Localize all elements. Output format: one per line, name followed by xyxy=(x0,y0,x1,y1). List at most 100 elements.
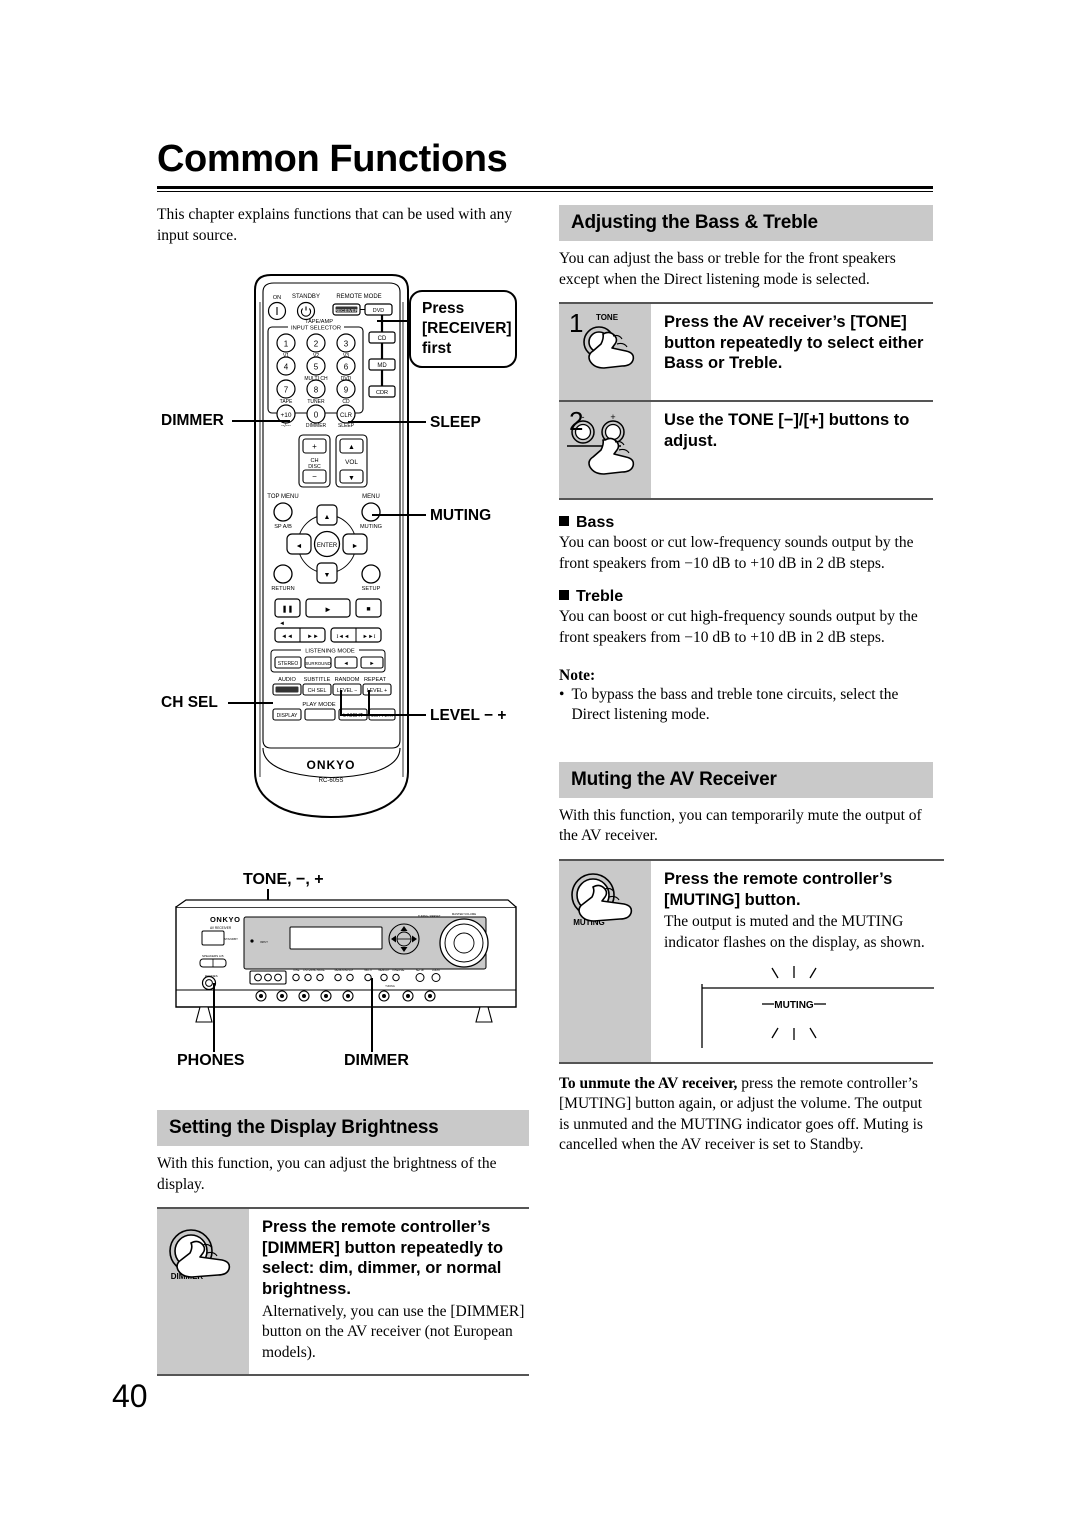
title-rule-thick xyxy=(157,185,933,189)
svg-text:LEVEL +: LEVEL + xyxy=(367,688,387,694)
callout-tone: TONE, −, + xyxy=(243,871,324,888)
svg-text:TAPE: TAPE xyxy=(280,399,293,405)
svg-text:▲: ▲ xyxy=(348,443,355,451)
callout-ch-sel: CH SEL xyxy=(161,694,218,711)
muting-step-desc: The output is muted and the MUTING indic… xyxy=(664,913,925,951)
bass-text: You can boost or cut low-frequency sound… xyxy=(559,534,914,572)
bass-subheading: Bass xyxy=(559,514,933,532)
svg-text:►: ► xyxy=(324,605,332,614)
svg-text:MD: MD xyxy=(377,363,387,369)
svg-text:ENTER: ENTER xyxy=(317,543,338,549)
svg-text:DIMMER: DIMMER xyxy=(306,423,327,429)
svg-text:▼: ▼ xyxy=(348,474,355,482)
svg-text:►►: ►► xyxy=(307,634,319,640)
svg-text:INPUT: INPUT xyxy=(260,940,268,944)
dimmer-button-illustration: DIMMER xyxy=(157,1208,249,1374)
muting-section: Muting the AV Receiver With this functio… xyxy=(559,761,944,1156)
svg-text:9: 9 xyxy=(344,386,349,395)
lead-line-bubble xyxy=(377,320,411,322)
note-item: • To bypass the bass and treble tone cir… xyxy=(559,685,933,726)
svg-text:ON: ON xyxy=(273,295,281,301)
svg-text:SUBTITLE: SUBTITLE xyxy=(304,677,331,683)
bass-treble-rule-bottom xyxy=(559,498,933,501)
svg-text:AUDIO: AUDIO xyxy=(278,677,296,683)
lead-line-level xyxy=(340,714,426,716)
svg-text:CLR: CLR xyxy=(340,413,353,419)
muting-intro: With this function, you can temporarily … xyxy=(559,806,922,845)
callout-dimmer-remote: DIMMER xyxy=(161,412,224,429)
svg-text:◄◄: ◄◄ xyxy=(281,634,293,640)
svg-text:REPEAT: REPEAT xyxy=(364,677,387,683)
svg-text:TONE: TONE xyxy=(293,969,300,972)
svg-text:AV RECEIVER: AV RECEIVER xyxy=(210,926,232,930)
muting-step-body: Press the remote controller’s [MUTING] b… xyxy=(651,860,944,1061)
svg-text:TOP MENU: TOP MENU xyxy=(267,494,298,500)
callout-muting-remote: MUTING xyxy=(430,507,492,524)
svg-text:STEREO: STEREO xyxy=(278,661,299,667)
remote-control-figure: ON STANDBY REMOTE MODE RECEIVER DVD TAPE… xyxy=(249,272,414,834)
svg-text:4: 4 xyxy=(284,363,289,372)
svg-text:STANDBY: STANDBY xyxy=(224,937,238,941)
muting-rule-bottom xyxy=(559,1061,933,1064)
svg-text:I◄◄: I◄◄ xyxy=(337,634,350,640)
svg-text:▲: ▲ xyxy=(324,513,331,521)
display-brightness-intro: With this function, you can adjust the b… xyxy=(157,1155,497,1193)
svg-text:REMOTE MODE: REMOTE MODE xyxy=(336,294,381,300)
display-brightness-step-body: Press the remote controller’s [DIMMER] b… xyxy=(249,1208,529,1373)
svg-text:MULTI: MULTI xyxy=(364,969,372,972)
svg-text:CD: CD xyxy=(378,336,387,342)
svg-text:+10: +10 xyxy=(280,412,291,419)
title-rule-thin xyxy=(157,190,933,192)
svg-text:DISPLAY: DISPLAY xyxy=(277,713,298,719)
svg-text:2: 2 xyxy=(314,340,319,349)
bass-treble-step-table: 1 TONE Press the AV receiver’s [TONE] bu… xyxy=(559,302,933,499)
svg-text:7: 7 xyxy=(284,386,289,395)
svg-text:STANDBY: STANDBY xyxy=(292,294,320,300)
lead-line-dimmer xyxy=(232,420,290,422)
svg-text:RC-605S: RC-605S xyxy=(319,778,344,784)
bass-treble-step2-body: Use the TONE [−]/[+] buttons to adjust. xyxy=(651,401,933,498)
page-number: 40 xyxy=(112,1378,148,1414)
bass-treble-step2-title: Use the TONE [−]/[+] buttons to adjust. xyxy=(664,411,910,450)
lead-line-level-v2 xyxy=(368,690,370,715)
step-number-1: 1 xyxy=(569,308,584,339)
svg-text:SETUP: SETUP xyxy=(416,969,425,972)
svg-text:0: 0 xyxy=(314,411,319,420)
svg-text:SPEAKERS A B: SPEAKERS A B xyxy=(202,954,224,958)
note-heading: Note: xyxy=(559,666,596,684)
svg-text:ONKYO: ONKYO xyxy=(210,915,241,924)
svg-text:−: − xyxy=(312,472,317,481)
svg-text:TUNE/PRE: TUNE/PRE xyxy=(392,969,405,972)
receiver-front-panel-figure: ONKYO AV RECEIVER STANDBY SPEAKERS A B P… xyxy=(172,895,520,1030)
svg-text:LISTENING MODE: LISTENING MODE xyxy=(303,969,325,972)
svg-text:MEMO/DISPLAY: MEMO/DISPLAY xyxy=(335,969,354,972)
svg-text:SP A/B: SP A/B xyxy=(274,524,292,530)
svg-text:DISC: DISC xyxy=(308,464,321,470)
svg-text:ONKYO: ONKYO xyxy=(306,758,355,772)
lead-line-sleep xyxy=(348,421,426,423)
svg-text:SURROUND: SURROUND xyxy=(305,661,330,666)
svg-text:+: + xyxy=(312,442,317,451)
square-bullet-icon xyxy=(559,516,569,527)
svg-text:PLAY MODE: PLAY MODE xyxy=(302,702,335,708)
left-column: This chapter explains functions that can… xyxy=(157,205,529,246)
svg-text:CH SEL: CH SEL xyxy=(308,688,327,694)
step-number-2: 2 xyxy=(569,406,584,437)
svg-text:TUNING: TUNING xyxy=(385,985,395,988)
svg-text:--/---: --/--- xyxy=(281,423,291,429)
svg-text:RETURN: RETURN xyxy=(271,586,294,592)
svg-text:MEMORY: MEMORY xyxy=(378,969,390,972)
bass-treble-step1-title: Press the AV receiver’s [TONE] button re… xyxy=(664,313,924,373)
muting-step-title: Press the remote controller’s [MUTING] b… xyxy=(664,870,893,909)
display-brightness-step-desc: Alternatively, you can use the [DIMMER] … xyxy=(262,1302,525,1361)
svg-text:RANDOM: RANDOM xyxy=(335,677,360,683)
svg-text:MASTER VOLUME: MASTER VOLUME xyxy=(452,912,476,916)
muting-heading: Muting the AV Receiver xyxy=(559,761,933,798)
unmute-lead: To unmute the AV receiver, xyxy=(559,1074,738,1092)
svg-text:CD: CD xyxy=(342,399,350,405)
svg-text:SLEEP: SLEEP xyxy=(338,423,355,429)
svg-text:AUDIO: AUDIO xyxy=(432,969,440,972)
bass-treble-step1-body: Press the AV receiver’s [TONE] button re… xyxy=(651,303,933,401)
lead-line-ch-sel xyxy=(228,702,273,704)
square-bullet-icon xyxy=(559,590,569,601)
